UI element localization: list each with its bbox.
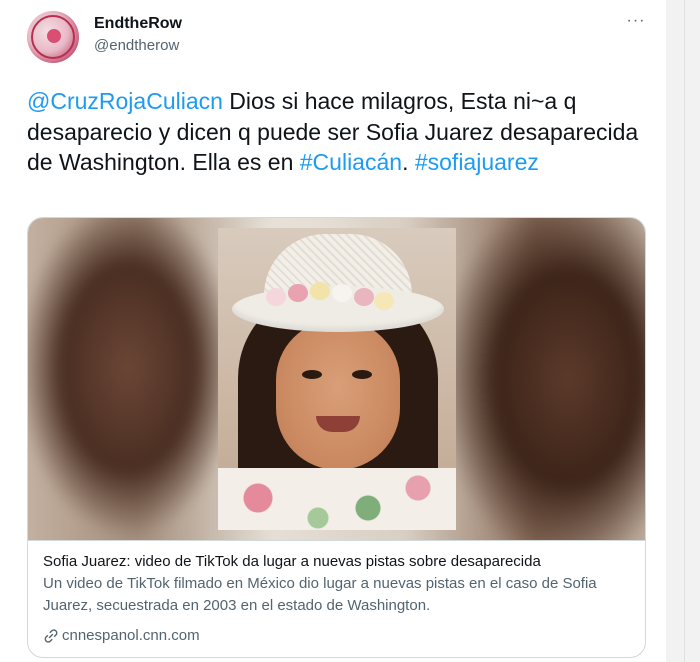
photo-hat-flower bbox=[310, 282, 330, 300]
link-card[interactable]: Sofia Juarez: video de TikTok da lugar a… bbox=[27, 217, 646, 658]
scrollbar-track[interactable] bbox=[666, 0, 700, 662]
card-image[interactable] bbox=[28, 218, 645, 540]
photo-eye-left bbox=[302, 370, 322, 379]
photo-eye-right bbox=[352, 370, 372, 379]
more-options-icon[interactable]: ··· bbox=[624, 11, 648, 31]
tweet[interactable]: EndtheRow @endtherow ··· @CruzRojaCuliac… bbox=[0, 0, 666, 662]
tweet-text: @CruzRojaCuliacn Dios si hace milagros, … bbox=[27, 86, 647, 178]
hashtag-link-culiacan[interactable]: #Culiacán bbox=[300, 149, 402, 175]
display-name[interactable]: EndtheRow bbox=[94, 15, 182, 33]
user-handle[interactable]: @endtherow bbox=[94, 37, 179, 54]
photo-hat-flower bbox=[266, 288, 286, 306]
card-domain[interactable]: cnnespanol.cnn.com bbox=[43, 626, 200, 646]
card-description: Un video de TikTok filmado en México dio… bbox=[43, 575, 597, 614]
avatar-emblem bbox=[47, 29, 61, 43]
card-domain-text[interactable]: cnnespanol.cnn.com bbox=[62, 626, 200, 646]
tweet-page: EndtheRow @endtherow ··· @CruzRojaCuliac… bbox=[0, 0, 700, 662]
mention-link[interactable]: @CruzRojaCuliacn bbox=[27, 88, 223, 114]
divider bbox=[684, 0, 685, 662]
avatar[interactable] bbox=[27, 11, 79, 63]
hashtag-link-sofiajuarez[interactable]: #sofiajuarez bbox=[415, 149, 539, 175]
photo-hat-flower bbox=[332, 284, 352, 302]
photo-face bbox=[276, 320, 400, 470]
link-icon bbox=[43, 628, 59, 644]
card-body[interactable]: Sofia Juarez: video de TikTok da lugar a… bbox=[28, 540, 645, 657]
card-photo bbox=[218, 228, 456, 530]
photo-hat-flower bbox=[374, 292, 394, 310]
photo-hat-flower bbox=[288, 284, 308, 302]
card-title[interactable]: Sofia Juarez: video de TikTok da lugar a… bbox=[43, 551, 638, 573]
photo-dress bbox=[218, 468, 456, 530]
tweet-text-part: . bbox=[402, 149, 415, 175]
photo-hat-flower bbox=[354, 288, 374, 306]
